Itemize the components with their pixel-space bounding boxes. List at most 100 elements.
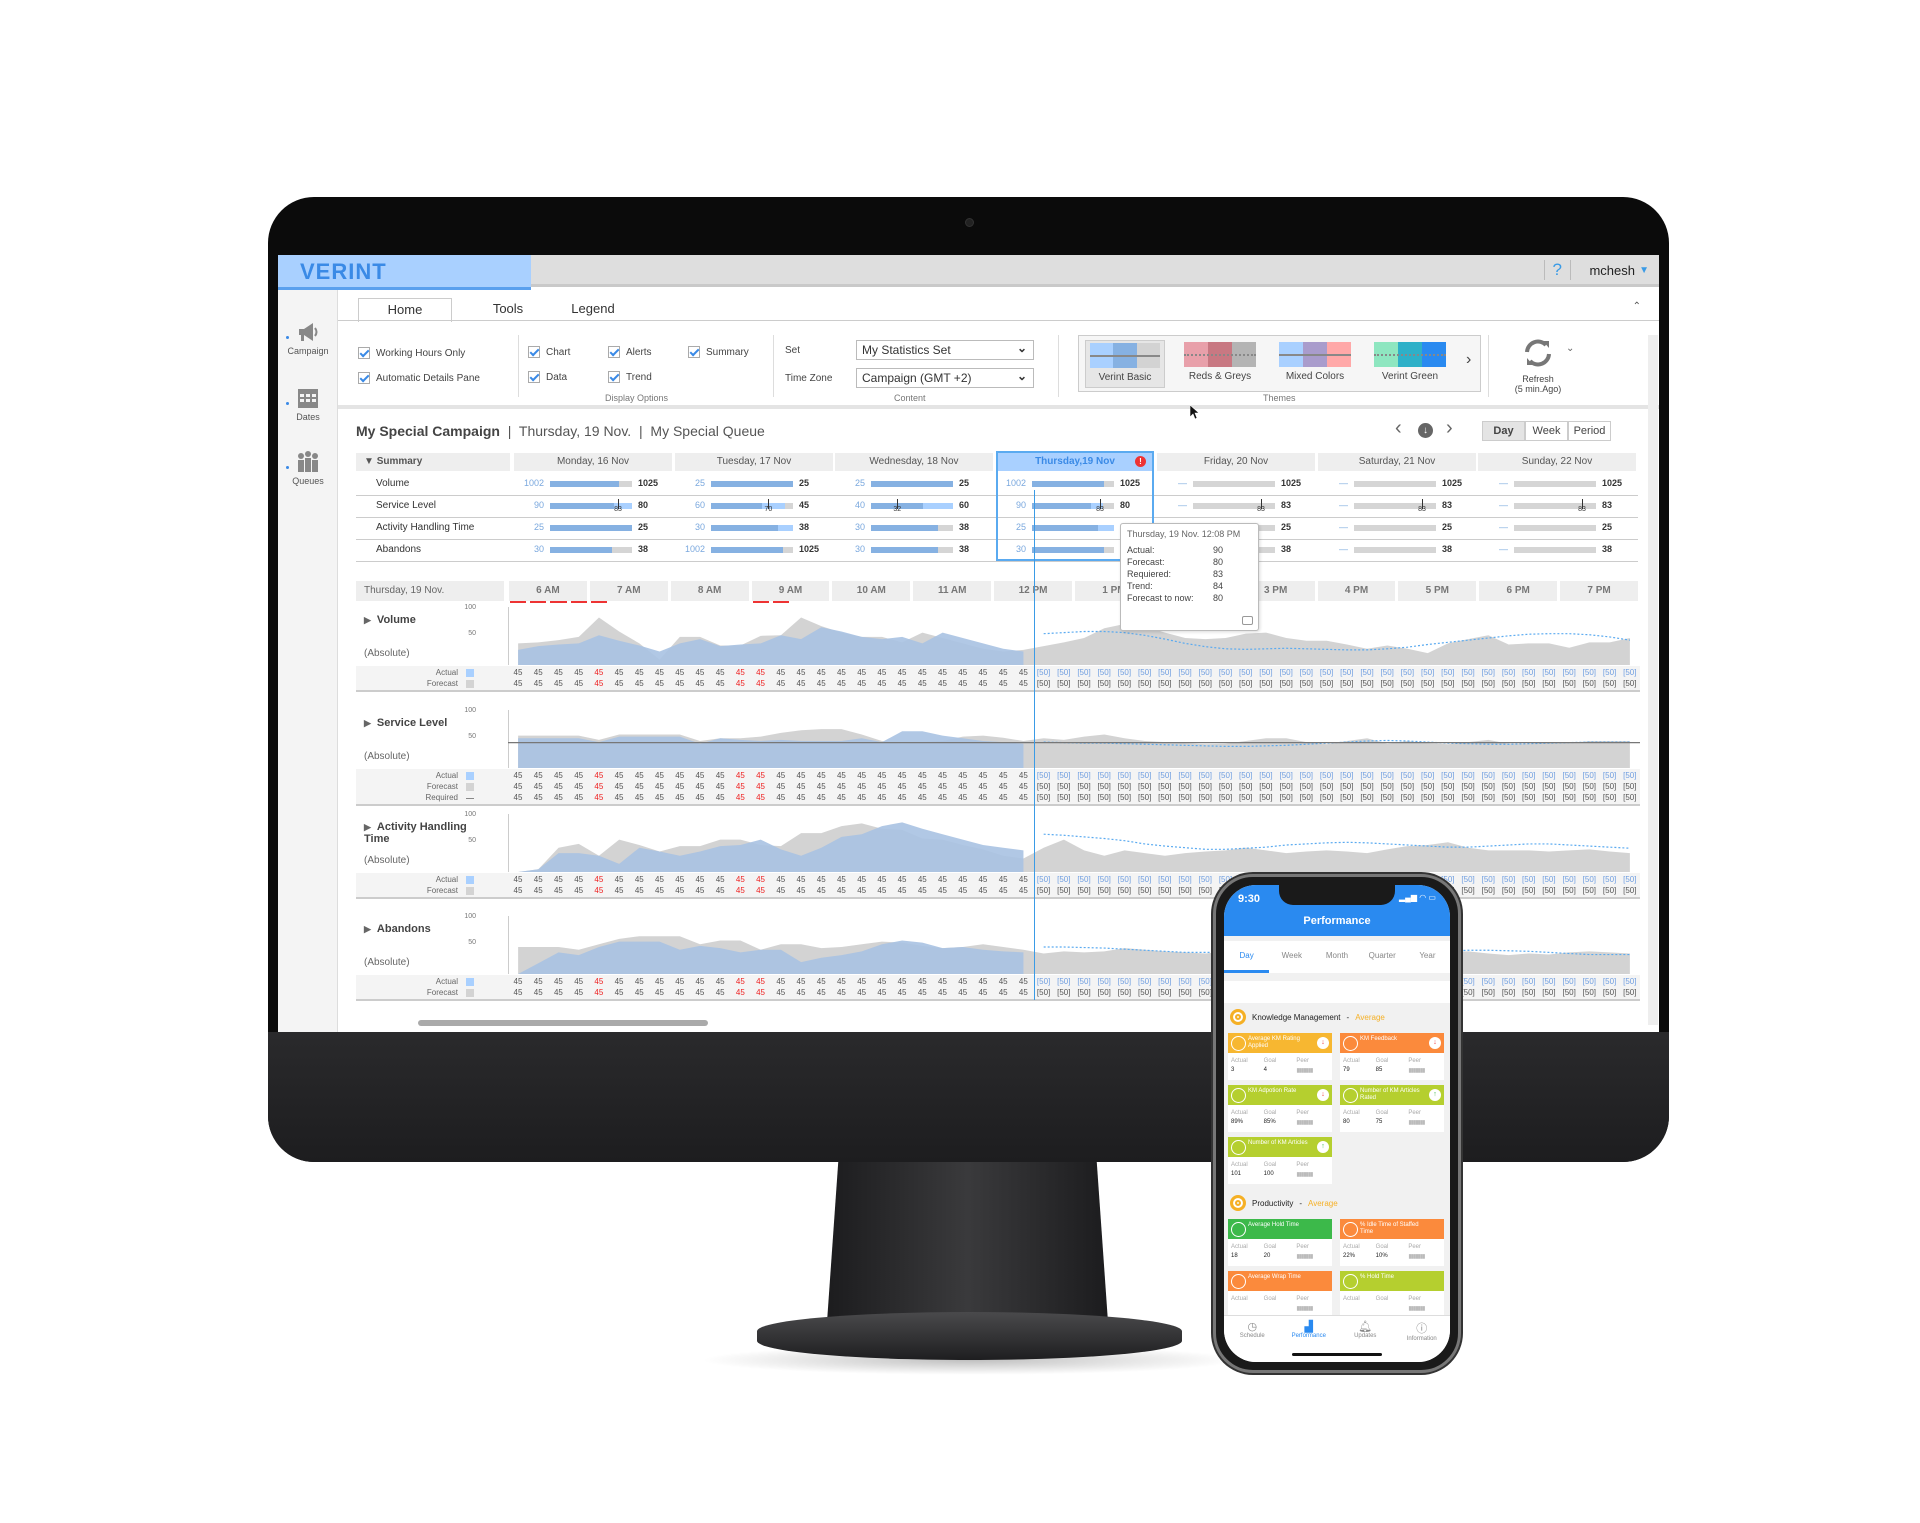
- comment-icon[interactable]: [1242, 616, 1253, 625]
- theme-option[interactable]: Reds & Greys: [1180, 340, 1260, 388]
- alert-marker: [772, 601, 789, 603]
- next-button[interactable]: ›: [1446, 417, 1453, 440]
- day-header[interactable]: Monday, 16 Nov: [514, 453, 672, 471]
- hour-header[interactable]: 6 PM: [1479, 581, 1558, 601]
- day-header[interactable]: Saturday, 21 Nov: [1318, 453, 1476, 471]
- theme-option[interactable]: Verint Basic: [1085, 340, 1165, 388]
- hour-header[interactable]: 10 AM: [832, 581, 911, 601]
- chevron-down-icon[interactable]: ⌄: [1566, 343, 1574, 354]
- chart-checkbox[interactable]: Chart: [528, 346, 570, 358]
- data-cell: [50]: [1097, 977, 1111, 986]
- chart-title-toggle[interactable]: Abandons: [364, 923, 474, 935]
- sidebar-item-queues[interactable]: Queues: [278, 450, 338, 486]
- alerts-checkbox[interactable]: Alerts: [608, 346, 652, 358]
- nav-item[interactable]: ◷ Schedule: [1224, 1316, 1281, 1362]
- data-cell: [50]: [1481, 988, 1495, 997]
- working-hours-checkbox[interactable]: Working Hours Only: [358, 347, 465, 359]
- data-cell: 45: [897, 977, 907, 986]
- data-cell: 45: [634, 782, 644, 791]
- data-cell: [50]: [1461, 988, 1475, 997]
- theme-option[interactable]: Verint Green: [1370, 340, 1450, 388]
- metric-card[interactable]: % Idle Time of Staffed Time Actual Goal Pee…: [1340, 1219, 1444, 1266]
- metric-values: 80 75 ▮▮▮▮▮▮▮: [1340, 1116, 1444, 1126]
- tab-legend[interactable]: Legend: [543, 298, 643, 320]
- calendar-icon: [298, 389, 318, 408]
- metric-card[interactable]: Average Hold Time Actual Goal Peer 18 20 ▮▮▮▮▮…: [1228, 1219, 1332, 1266]
- hour-header[interactable]: 7 AM: [589, 581, 668, 601]
- day-header[interactable]: Wednesday, 18 Nov: [835, 453, 993, 471]
- hour-header[interactable]: 6 AM: [509, 581, 587, 601]
- day-header[interactable]: Sunday, 22 Nov: [1478, 453, 1636, 471]
- data-cell: 45: [513, 988, 523, 997]
- hour-header[interactable]: 8 AM: [670, 581, 749, 601]
- data-cell: [50]: [1400, 668, 1415, 677]
- user-menu[interactable]: mchesh: [1589, 263, 1635, 278]
- collapse-ribbon-icon[interactable]: ⌃: [1633, 301, 1641, 312]
- period-tab[interactable]: Quarter: [1360, 941, 1405, 973]
- sidebar-item-dates[interactable]: Dates: [278, 386, 338, 422]
- nav-item[interactable]: ⓘ Information: [1394, 1316, 1451, 1362]
- theme-name: Verint Green: [1381, 371, 1439, 382]
- metric-card[interactable]: KM Adpotion Rate ↓ Actual Goal Peer 89% 85% ▮▮▮…: [1228, 1085, 1332, 1132]
- period-tab[interactable]: Year: [1405, 941, 1450, 973]
- sidebar-item-campaign[interactable]: Campaign: [278, 320, 338, 356]
- trend-checkbox[interactable]: Trend: [608, 371, 652, 383]
- hour-header[interactable]: 11 AM: [913, 581, 992, 601]
- data-cell: 45: [553, 875, 563, 884]
- period-tab[interactable]: Week: [1269, 941, 1314, 973]
- metric-label: Peer: [1408, 1110, 1422, 1116]
- view-button[interactable]: Day: [1482, 421, 1525, 441]
- actual-area: [518, 822, 1024, 872]
- home-indicator[interactable]: [1292, 1353, 1382, 1356]
- help-button[interactable]: ?: [1543, 260, 1571, 280]
- prev-button[interactable]: ‹: [1395, 417, 1402, 440]
- timezone-select[interactable]: Campaign (GMT +2) ⌄: [856, 368, 1034, 388]
- summary-checkbox[interactable]: Summary: [688, 346, 749, 358]
- metric-card[interactable]: Number of KM Articles Rated ↑ Actual Goal Pe…: [1340, 1085, 1444, 1132]
- horizontal-scrollbar[interactable]: [418, 1020, 708, 1026]
- data-cell: 45: [756, 679, 766, 688]
- hour-header[interactable]: 7 PM: [1560, 581, 1638, 601]
- data-cell: 45: [715, 782, 725, 791]
- metric-labels: Actual Goal Peer: [1228, 1239, 1332, 1250]
- period-tab[interactable]: Month: [1314, 941, 1359, 973]
- metric-card[interactable]: KM Feedback ↓ Actual Goal Peer 79 85 ▮▮▮▮▮▮▮: [1340, 1033, 1444, 1080]
- summary-bar: [711, 547, 793, 553]
- bar-fill: [871, 525, 939, 531]
- refresh-button[interactable]: Refresh (5 min.Ago): [1508, 337, 1568, 394]
- data-cell: [50]: [1360, 679, 1374, 688]
- metric-card[interactable]: % Hold Time Actual Goal Peer ▮▮▮▮▮▮▮: [1340, 1271, 1444, 1318]
- chevron-down-icon[interactable]: ▼: [1639, 265, 1649, 276]
- view-button[interactable]: Week: [1525, 421, 1568, 441]
- data-cell: [50]: [1239, 679, 1253, 688]
- data-cell: [50]: [1562, 977, 1576, 986]
- metric-label: Peer: [1408, 1244, 1422, 1250]
- metric-card[interactable]: Average KM Rating Applied ↓ Actual Goal Peer…: [1228, 1033, 1332, 1080]
- theme-option[interactable]: Mixed Colors: [1275, 340, 1355, 388]
- data-cell: 45: [513, 782, 523, 791]
- tab-home[interactable]: Home: [358, 298, 452, 322]
- metric-card[interactable]: Average Wrap Time Actual Goal Peer ▮▮▮▮▮▮▮: [1228, 1271, 1332, 1318]
- hour-header[interactable]: 4 PM: [1317, 581, 1396, 601]
- hour-header[interactable]: 9 AM: [751, 581, 830, 601]
- auto-details-checkbox[interactable]: Automatic Details Pane: [358, 372, 480, 384]
- metric-card[interactable]: Number of KM Articles ↑ Actual Goal Peer 101 1…: [1228, 1137, 1332, 1184]
- period-tab[interactable]: Day: [1224, 941, 1270, 973]
- data-cell: [50]: [1380, 771, 1394, 780]
- chevron-right-icon[interactable]: ›: [1466, 351, 1471, 369]
- hour-header[interactable]: 5 PM: [1398, 581, 1477, 601]
- today-download-icon[interactable]: ↓: [1418, 423, 1433, 438]
- chart-title-toggle[interactable]: Service Level: [364, 717, 474, 729]
- chart-block: Volume (Absolute) 100 50 Actual 45 45 45 45 45 45 4…: [356, 604, 1640, 704]
- summary-bar: 83: [1193, 499, 1275, 513]
- set-select[interactable]: My Statistics Set ⌄: [856, 340, 1034, 360]
- data-cell: 45: [594, 679, 604, 688]
- vertical-scrollbar[interactable]: [1648, 335, 1658, 1025]
- chart-title-toggle[interactable]: Volume: [364, 614, 474, 626]
- data-cell: 45: [634, 886, 644, 895]
- day-header[interactable]: Friday, 20 Nov: [1157, 453, 1315, 471]
- summary-header[interactable]: ▼ Summary: [356, 453, 510, 471]
- view-button[interactable]: Period: [1568, 421, 1611, 441]
- day-header[interactable]: Tuesday, 17 Nov: [675, 453, 833, 471]
- data-checkbox[interactable]: Data: [528, 371, 567, 383]
